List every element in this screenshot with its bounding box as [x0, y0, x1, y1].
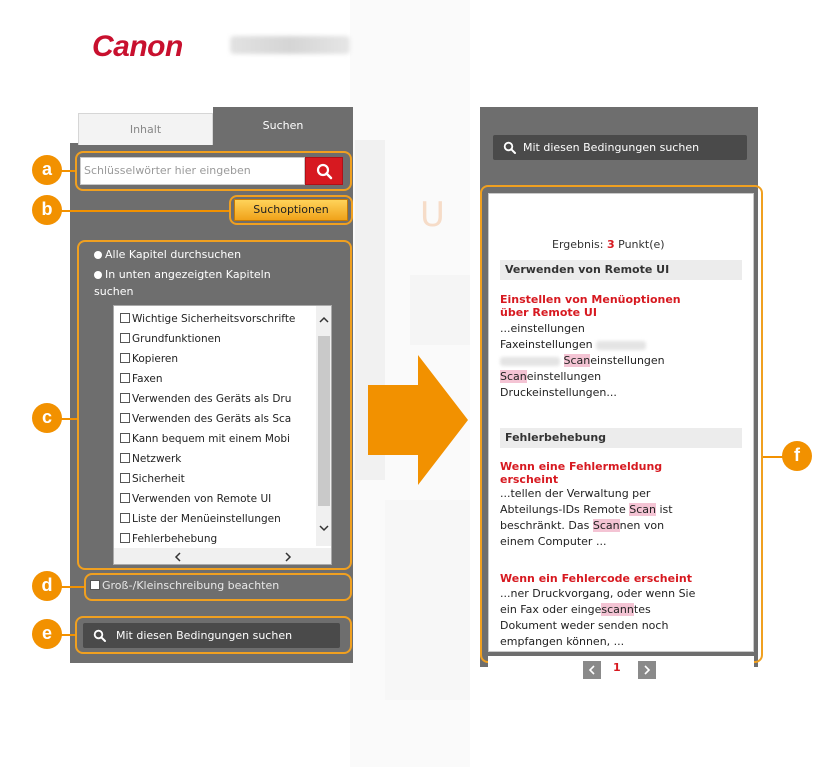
vertical-scrollbar[interactable] — [316, 306, 331, 546]
faded-list — [385, 500, 470, 700]
chevron-right-icon[interactable] — [284, 552, 292, 562]
faded-heading: U — [420, 195, 445, 235]
faded-block — [410, 275, 470, 345]
result-link[interactable]: Wenn ein Fehlercode erscheint — [500, 572, 692, 585]
chevron-left-icon[interactable] — [174, 552, 182, 562]
checkbox[interactable] — [90, 580, 100, 590]
radio-icon — [94, 251, 102, 259]
result-snippet: ...ner Druckvorgang, oder wenn Sie ein F… — [500, 587, 696, 648]
chapter-item[interactable]: Kann bequem mit einem Mobi — [120, 433, 290, 445]
radio-all-label: Alle Kapitel durchsuchen — [105, 248, 242, 261]
checkbox[interactable] — [120, 513, 130, 523]
current-page[interactable]: 1 — [613, 661, 621, 674]
chevron-down-icon[interactable] — [319, 524, 329, 532]
result-group-heading: Fehlerbehebung — [500, 428, 742, 448]
submit-label: Mit diesen Bedingungen suchen — [116, 629, 293, 642]
chapter-item[interactable]: Verwenden des Geräts als Dru — [120, 393, 291, 405]
badge-f: f — [782, 441, 812, 471]
horizontal-scrollbar[interactable] — [114, 548, 331, 564]
chevron-up-icon[interactable] — [319, 316, 329, 324]
pagination: 1 — [488, 656, 754, 684]
checkbox[interactable] — [120, 473, 130, 483]
chapter-item[interactable]: Sicherheit — [120, 473, 185, 485]
chevron-right-icon — [644, 665, 651, 675]
results-summary: Ergebnis: 3 Punkt(e) — [552, 238, 665, 251]
badge-c: c — [32, 403, 62, 433]
chapter-item[interactable]: Wichtige Sicherheitsvorschrifte — [120, 313, 295, 325]
search-with-conditions-button[interactable]: Mit diesen Bedingungen suchen — [83, 623, 340, 648]
radio-selected-label: In unten angezeigten Kapiteln suchen — [94, 268, 271, 298]
chapter-list[interactable]: Wichtige Sicherheitsvorschrifte Grundfun… — [113, 305, 332, 565]
tab-search[interactable]: Suchen — [213, 107, 353, 145]
product-name-blurred — [230, 36, 350, 54]
result-group-heading: Verwenden von Remote UI — [500, 260, 742, 280]
chapter-item[interactable]: Verwenden des Geräts als Sca — [120, 413, 291, 425]
search-button[interactable] — [305, 157, 343, 185]
callout-line-b — [58, 210, 229, 212]
tab-contents[interactable]: Inhalt — [78, 113, 213, 145]
badge-a: a — [32, 155, 62, 185]
checkbox[interactable] — [120, 453, 130, 463]
next-page-button[interactable] — [638, 661, 656, 679]
checkbox[interactable] — [120, 333, 130, 343]
chapter-item[interactable]: Netzwerk — [120, 453, 181, 465]
chapter-item[interactable]: Grundfunktionen — [120, 333, 221, 345]
search-options-button[interactable]: Suchoptionen — [234, 199, 348, 221]
case-sensitive-option[interactable]: Groß-/Kleinschreibung beachten — [90, 576, 350, 598]
chapter-item[interactable]: Liste der Menüeinstellungen — [120, 513, 281, 525]
checkbox[interactable] — [120, 353, 130, 363]
search-with-conditions-button-right[interactable]: Mit diesen Bedingungen suchen — [493, 135, 747, 160]
badge-b: b — [32, 195, 62, 225]
chapter-item[interactable]: Kopieren — [120, 353, 178, 365]
canon-logo: Canon — [92, 30, 183, 63]
checkbox[interactable] — [120, 533, 130, 543]
checkbox[interactable] — [120, 313, 130, 323]
search-icon — [316, 163, 333, 180]
chapter-item[interactable]: Fehlerbehebung — [120, 533, 217, 545]
search-icon — [503, 141, 516, 154]
radio-icon — [94, 271, 102, 279]
prev-page-button[interactable] — [583, 661, 601, 679]
chapter-item[interactable]: Verwenden von Remote UI — [120, 493, 271, 505]
radio-selected-chapters[interactable]: In unten angezeigten Kapiteln suchen — [94, 266, 304, 300]
submit-label: Mit diesen Bedingungen suchen — [523, 141, 700, 154]
badge-e: e — [32, 619, 62, 649]
checkbox[interactable] — [120, 413, 130, 423]
result-snippet: ...tellen der Verwaltung per Abteilungs-… — [500, 487, 673, 548]
right-arrow-icon — [368, 355, 468, 485]
radio-all-chapters[interactable]: Alle Kapitel durchsuchen — [94, 248, 241, 261]
checkbox[interactable] — [120, 493, 130, 503]
chapter-item[interactable]: Faxen — [120, 373, 163, 385]
search-icon — [93, 629, 106, 642]
result-link[interactable]: Einstellen von Menüoptionen über Remote … — [500, 293, 681, 319]
badge-d: d — [32, 571, 62, 601]
blurred-text — [596, 340, 647, 350]
blurred-text — [500, 356, 560, 366]
checkbox[interactable] — [120, 393, 130, 403]
checkbox[interactable] — [120, 433, 130, 443]
result-snippet: ...einstellungen Faxeinstellungen Scanei… — [500, 322, 665, 399]
chevron-left-icon — [588, 665, 595, 675]
results-count: 3 — [606, 238, 615, 251]
case-sensitive-label: Groß-/Kleinschreibung beachten — [102, 579, 280, 592]
search-input[interactable]: Schlüsselwörter hier eingeben — [80, 157, 305, 185]
checkbox[interactable] — [120, 373, 130, 383]
result-link[interactable]: Wenn eine Fehlermeldung erscheint — [500, 460, 662, 486]
scrollbar-thumb[interactable] — [318, 336, 330, 506]
